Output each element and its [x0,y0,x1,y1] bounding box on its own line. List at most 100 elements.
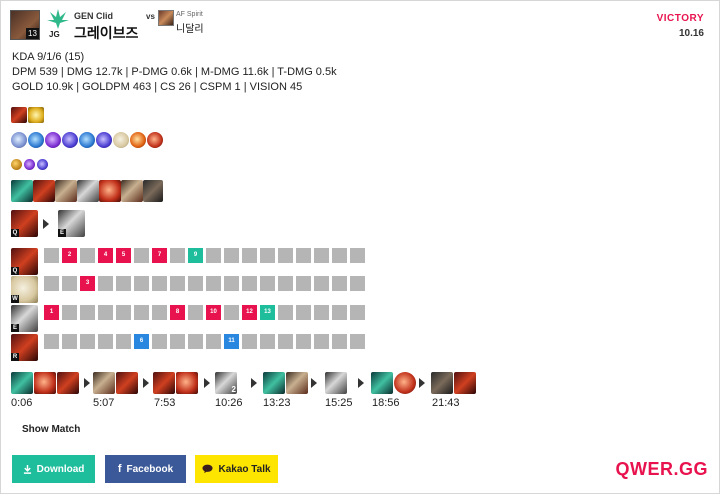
skill-level-cell [188,334,203,349]
skill-level-cell [278,276,293,291]
skill-level-cell [332,305,347,320]
skill-level-cell [98,276,113,291]
skill-level-cell [152,276,167,291]
skill-level-cell: 9 [188,248,203,263]
skill-level-cell [170,276,185,291]
skill-level-cell [80,248,95,263]
kakao-label: Kakao Talk [218,463,271,475]
precision-path-icon [11,132,27,148]
patch-version: 10.16 [678,28,704,39]
skill-level-cell [314,248,329,263]
rune-row [11,132,163,148]
skill-level-cell [332,334,347,349]
kda-line: KDA 9/1/6 (15) [12,51,85,63]
skill-key-label: Q [11,267,19,275]
skill-order-row-e: 1 8 10 12 13 [44,305,365,320]
player-team: GEN Clid [74,11,114,21]
skill-level-cell [62,276,77,291]
skill-level-cell [314,276,329,291]
item-icon [325,372,347,394]
item-icon [263,372,285,394]
item-icon [34,372,56,394]
arrow-right-icon [143,378,149,388]
item-icon [93,372,115,394]
champion-level: 13 [26,28,39,39]
skill-key-label: R [11,353,19,361]
skill-level-cell [62,305,77,320]
arrow-right-icon [84,378,90,388]
build-time: 5:07 [93,397,115,409]
skill-level-cell [350,305,365,320]
skill-level-cell [44,276,59,291]
build-step [263,372,308,394]
stat-shards [11,159,48,170]
skill-key-label: Q [11,229,19,237]
rune-icon [96,132,112,148]
skill-level-cell [260,276,275,291]
smite-spell-icon [11,107,27,123]
skill-level-cell [188,276,203,291]
vs-label: vs [146,12,155,21]
skill-level-cell: 4 [98,248,113,263]
build-step: 2 [215,372,237,394]
download-label: Download [36,463,85,475]
skill-level-cell [170,248,185,263]
item-icon [11,180,33,202]
skill-key-label: E [58,229,66,237]
skill-level-cell [296,305,311,320]
skill-level-cell [314,334,329,349]
chat-bubble-icon [202,464,214,474]
dark-harvest-rune-icon [45,132,61,148]
skill-level-cell [314,305,329,320]
item-icon [99,180,121,202]
skill-level-cell [44,334,59,349]
skill-level-cell: 1 [44,305,59,320]
facebook-label: Facebook [126,463,174,475]
rune-icon [79,132,95,148]
skill-level-cell [332,276,347,291]
skill-level-cell [62,334,77,349]
skill-e-icon: E [58,210,85,237]
skill-level-cell [296,248,311,263]
adaptive-shard-icon [24,159,35,170]
skill-level-cell [296,334,311,349]
kakao-share-button[interactable]: Kakao Talk [195,455,278,483]
build-step [431,372,476,394]
sorcery-path-icon [28,132,44,148]
team-logo-icon [47,9,69,29]
skill-level-cell [350,248,365,263]
arrow-right-icon [419,378,425,388]
skill-level-cell: 8 [170,305,185,320]
skill-w-icon: W [11,276,38,303]
rune-icon [113,132,129,148]
skill-level-cell [152,334,167,349]
flash-spell-icon [28,107,44,123]
arrow-right-icon [43,219,49,229]
item-icon [454,372,476,394]
facebook-share-button[interactable]: f Facebook [105,455,186,483]
armor-shard-icon [37,159,48,170]
skill-level-cell: 7 [152,248,167,263]
skill-e-icon: E [11,305,38,332]
skill-level-cell [80,305,95,320]
skill-level-cell: 11 [224,334,239,349]
arrow-right-icon [204,378,210,388]
skill-q-icon: Q [11,248,38,275]
download-button[interactable]: Download [12,455,95,483]
skill-level-cell [260,334,275,349]
skill-level-cell [98,334,113,349]
player-champion-name: 그레이브즈 [74,25,139,41]
skill-level-cell [170,334,185,349]
facebook-icon: f [117,463,122,475]
opponent-champion-name: 니달리 [176,24,204,35]
skill-order-row-q: 2 45 7 9 [44,248,365,263]
skill-level-cell [278,305,293,320]
item-icon [77,180,99,202]
summoner-spells [11,107,44,123]
build-time: 18:56 [372,397,400,409]
arrow-right-icon [311,378,317,388]
skill-q-icon: Q [11,210,38,237]
economy-line: GOLD 10.9k | GOLDPM 463 | CS 26 | CSPM 1… [12,81,303,93]
show-match-link[interactable]: Show Match [22,424,80,435]
build-step [371,372,416,394]
